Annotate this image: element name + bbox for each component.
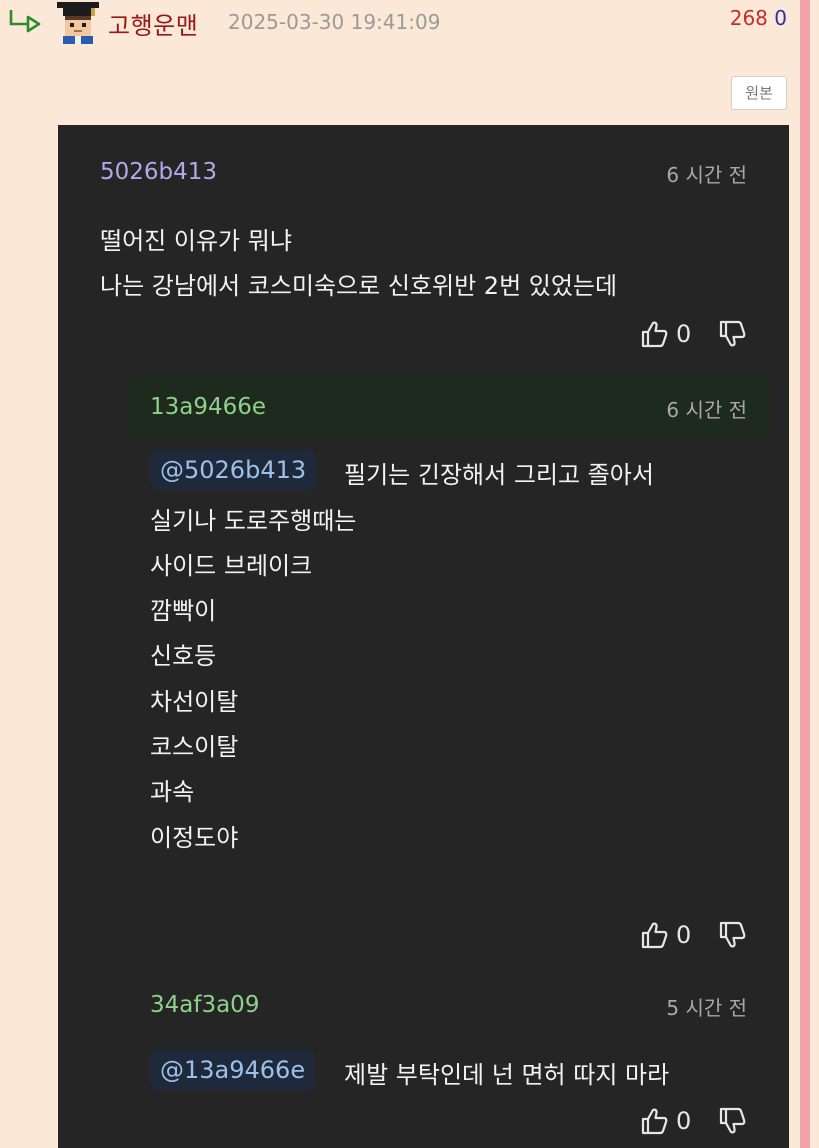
post-timestamp: 2025-03-30 19:41:09 (228, 10, 441, 34)
thumbs-up-icon[interactable] (640, 320, 668, 348)
reply-arrow-icon (9, 10, 41, 33)
right-edge-margin (810, 0, 819, 1148)
downvote-count: 0 (774, 6, 787, 30)
thumbs-up-icon[interactable] (640, 921, 668, 949)
reply-mention[interactable]: @13a9466e (150, 1050, 316, 1090)
like-count: 0 (676, 921, 692, 949)
vote-counts: 268 0 (730, 6, 787, 30)
reply-line: 사이드 브레이크 (150, 552, 313, 580)
original-image-button[interactable]: 원본 (731, 76, 787, 110)
avatar-icon (57, 2, 99, 44)
comment-line: 나는 강남에서 코스미숙으로 신호위반 2번 있었는데 (100, 272, 618, 300)
reply-line: 코스이탈 (150, 733, 239, 761)
thumbs-down-icon[interactable] (718, 320, 746, 348)
reply-time: 5 시간 전 (666, 996, 747, 1020)
reply-vote-bar: 0 (640, 1105, 750, 1139)
comment-time: 6 시간 전 (666, 163, 747, 187)
reply-user-id: 13a9466e (150, 394, 267, 420)
comment-screenshot: 5026b413 6 시간 전 떨어진 이유가 뭐냐 나는 강남에서 코스미숙으… (58, 125, 789, 1148)
author-name[interactable]: 고행운맨 (108, 6, 198, 41)
comment-user-id: 5026b413 (100, 159, 218, 185)
reply-line: 신호등 (150, 642, 217, 670)
reply-user-id: 34af3a09 (150, 992, 260, 1018)
like-count: 0 (676, 1107, 692, 1135)
comment-vote-bar: 0 (640, 318, 750, 352)
reply-line: 제발 부탁인데 넌 면허 따지 마라 (344, 1061, 670, 1089)
thumbs-up-icon[interactable] (640, 1107, 668, 1135)
comment-line: 떨어진 이유가 뭐냐 (100, 227, 292, 255)
thumbs-down-icon[interactable] (718, 921, 746, 949)
reply-line: 과속 (150, 778, 195, 806)
reply-line: 차선이탈 (150, 688, 239, 716)
upvote-count: 268 (729, 6, 768, 30)
reply-line: 이정도야 (150, 824, 239, 852)
reply-time: 6 시간 전 (666, 398, 747, 422)
right-edge-bar (800, 0, 810, 1148)
reply-mention[interactable]: @5026b413 (150, 450, 317, 490)
reply-line: 깜빡이 (150, 597, 217, 625)
reply-line: 필기는 긴장해서 그리고 졸아서 (344, 461, 654, 489)
reply-vote-bar: 0 (640, 919, 750, 953)
thumbs-down-icon[interactable] (718, 1107, 746, 1135)
like-count: 0 (676, 320, 692, 348)
reply-line: 실기나 도로주행때는 (150, 507, 357, 535)
